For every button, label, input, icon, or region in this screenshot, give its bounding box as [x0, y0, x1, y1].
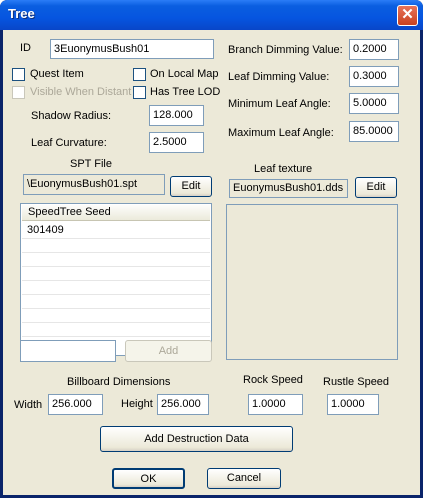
- id-field[interactable]: 3EuonymusBush01: [50, 39, 214, 59]
- texture-edit-button[interactable]: Edit: [355, 177, 397, 198]
- leaf-texture-preview: [226, 204, 398, 360]
- on-local-map-label: On Local Map: [150, 68, 219, 80]
- title-bar[interactable]: Tree ✕: [0, 0, 423, 30]
- min-leaf-angle-field[interactable]: 5.0000: [349, 93, 399, 114]
- on-local-map-checkbox[interactable]: [133, 68, 146, 81]
- billboard-height-label: Height: [121, 398, 153, 410]
- ok-button[interactable]: OK: [112, 468, 185, 489]
- id-label: ID: [20, 42, 31, 54]
- has-tree-lod-checkbox[interactable]: [133, 86, 146, 99]
- branch-dimming-field[interactable]: 0.2000: [349, 39, 399, 60]
- rock-speed-field[interactable]: 1.0000: [248, 394, 303, 415]
- speedtree-seed-list[interactable]: SpeedTree Seed 301409: [20, 203, 212, 356]
- shadow-radius-field[interactable]: 128.000: [149, 105, 204, 126]
- list-item[interactable]: 301409: [27, 224, 64, 236]
- cancel-button[interactable]: Cancel: [207, 468, 281, 489]
- max-leaf-angle-label: Maximum Leaf Angle:: [228, 127, 334, 139]
- visible-when-distant-label: Visible When Distant: [30, 86, 132, 98]
- rustle-speed-label: Rustle Speed: [323, 376, 390, 388]
- quest-item-label: Quest Item: [30, 68, 84, 80]
- leaf-texture-field: EuonymusBush01.dds: [229, 179, 348, 198]
- billboard-width-label: Width: [14, 399, 43, 411]
- spt-file-field: \EuonymusBush01.spt: [23, 174, 165, 195]
- max-leaf-angle-field[interactable]: 85.0000: [349, 121, 399, 142]
- billboard-width-field[interactable]: 256.000: [48, 394, 103, 415]
- rock-speed-label: Rock Speed: [243, 374, 303, 386]
- dialog-body: ID 3EuonymusBush01 Quest Item On Local M…: [3, 30, 420, 495]
- close-icon[interactable]: ✕: [397, 5, 418, 26]
- speedtree-seed-header[interactable]: SpeedTree Seed: [22, 205, 210, 221]
- window-title: Tree: [8, 6, 35, 21]
- billboard-dimensions-label: Billboard Dimensions: [67, 376, 171, 388]
- spt-file-label: SPT File: [70, 158, 112, 170]
- leaf-dimming-field[interactable]: 0.3000: [349, 66, 399, 87]
- billboard-height-field[interactable]: 256.000: [157, 394, 209, 415]
- seed-input[interactable]: [20, 340, 116, 362]
- branch-dimming-label: Branch Dimming Value:: [228, 44, 343, 56]
- leaf-dimming-label: Leaf Dimming Value:: [228, 71, 330, 83]
- leaf-curvature-field[interactable]: 2.5000: [149, 132, 204, 153]
- min-leaf-angle-label: Minimum Leaf Angle:: [228, 98, 331, 110]
- leaf-curvature-label: Leaf Curvature:: [31, 137, 107, 149]
- add-destruction-data-button[interactable]: Add Destruction Data: [100, 426, 293, 452]
- leaf-texture-label: Leaf texture: [254, 163, 313, 175]
- add-seed-button: Add: [125, 340, 212, 362]
- visible-when-distant-checkbox: [12, 86, 25, 99]
- tree-dialog: Tree ✕ ID 3EuonymusBush01 Quest Item On …: [0, 0, 423, 498]
- has-tree-lod-label: Has Tree LOD: [150, 86, 221, 98]
- spt-edit-button[interactable]: Edit: [170, 176, 212, 197]
- quest-item-checkbox[interactable]: [12, 68, 25, 81]
- rustle-speed-field[interactable]: 1.0000: [327, 394, 379, 415]
- shadow-radius-label: Shadow Radius:: [31, 110, 112, 122]
